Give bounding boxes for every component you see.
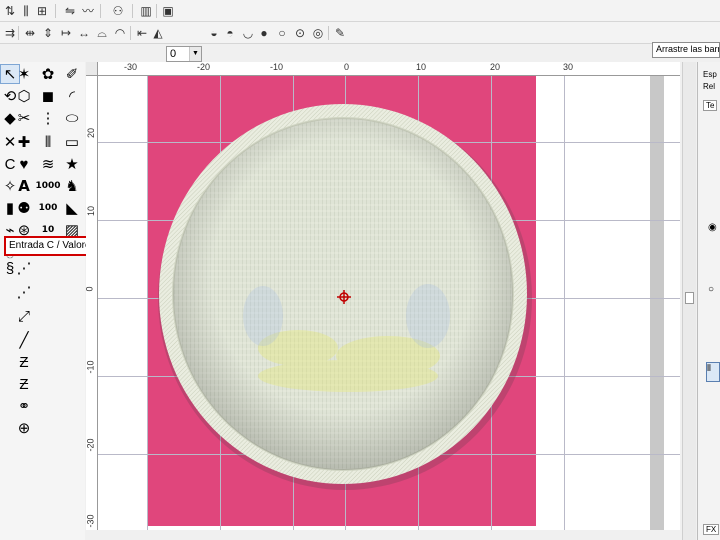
red-stitch-icon[interactable]: ⋮	[38, 108, 58, 128]
ruler-label: -10	[270, 62, 284, 72]
arrow-right-icon[interactable]: ↦	[58, 25, 74, 41]
flower-icon[interactable]: ✿	[38, 64, 58, 84]
number-100-icon[interactable]: 100	[38, 198, 58, 218]
sort-icon[interactable]: ⇅	[2, 3, 18, 19]
scissors-icon[interactable]: ✂	[14, 108, 34, 128]
pencil-icon[interactable]: ✎	[332, 25, 348, 41]
panel-button[interactable]: Te	[703, 100, 718, 111]
mound-icon[interactable]: ◠	[112, 25, 128, 41]
z-stitch-icon[interactable]: Ƶ	[14, 374, 34, 394]
push-left-icon[interactable]: ⇤	[134, 25, 150, 41]
dome-icon[interactable]: ◡	[240, 25, 256, 41]
mirror-icon[interactable]: ⇋	[62, 3, 78, 19]
embroidery-patch[interactable]	[98, 76, 680, 530]
radio-icon[interactable]: ◉	[708, 222, 717, 233]
grid-icon[interactable]: ⊞	[34, 3, 50, 19]
column-icon[interactable]: ▥	[138, 3, 154, 19]
distribute-h-icon[interactable]: ⇹	[22, 25, 38, 41]
zigzag-tool-icon[interactable]: Ƶ	[14, 352, 34, 372]
pen-tool-icon[interactable]: ✐	[62, 64, 82, 84]
text-tool-icon[interactable]: A	[14, 176, 34, 196]
fan-alt-icon[interactable]: ◓	[222, 25, 238, 41]
people-icon[interactable]: ⚉	[14, 198, 34, 218]
polygon-icon[interactable]: ⬡	[14, 86, 34, 106]
arrow-both-icon[interactable]: ↔	[76, 25, 92, 41]
circle-outline-icon[interactable]: ○	[274, 25, 290, 41]
ruler-top: -30 -20 -10 0 10 20 30	[98, 62, 680, 76]
ruler-label: 0	[344, 62, 350, 72]
fan-icon[interactable]: ◒	[206, 25, 222, 41]
person-add-icon[interactable]: ⚇	[110, 3, 126, 19]
crosshair-icon[interactable]: ⊕	[14, 418, 34, 438]
columns-tool-icon[interactable]: ⦀	[38, 132, 58, 152]
design-canvas[interactable]	[98, 76, 680, 530]
vertical-scrollbar[interactable]	[682, 62, 696, 540]
ruler-label: -30	[86, 514, 96, 528]
rings-icon[interactable]: ⚭	[14, 396, 34, 416]
panel-tool-icon[interactable]: ⦀	[706, 362, 720, 382]
ruler-label: 30	[563, 62, 574, 72]
plus-node-icon[interactable]: ✚	[14, 132, 34, 152]
triangle-icon[interactable]: ◭	[150, 25, 166, 41]
columns-icon[interactable]: ⫼	[18, 3, 34, 19]
hump-icon[interactable]: ⌓	[94, 25, 110, 41]
ruler-label: 20	[490, 62, 501, 72]
target-icon[interactable]: ◎	[310, 25, 326, 41]
center-crosshair-icon	[337, 290, 351, 304]
run-icon[interactable]: ◣	[62, 198, 82, 218]
hint-textbox: Arrastre las barras	[652, 42, 720, 58]
ruler-label: 0	[86, 286, 95, 291]
panel-tab-label[interactable]: Rel	[703, 82, 715, 91]
ellipse-icon[interactable]: ⬭	[62, 108, 82, 128]
manual-stitch-icon[interactable]: ⋰	[14, 258, 34, 278]
ruler-label: 10	[416, 62, 427, 72]
ruler-label: -20	[86, 438, 96, 452]
star-icon[interactable]: ★	[62, 154, 82, 174]
node-icon[interactable]: ⊙	[292, 25, 308, 41]
ruler-label: -10	[86, 360, 96, 374]
properties-panel: Esp Rel Te ◉ ○ ⦀ FX	[697, 62, 720, 540]
line-segment-icon[interactable]: ╱	[14, 330, 34, 350]
ruler-label: -30	[124, 62, 138, 72]
distribute-v-icon[interactable]: ⇕	[40, 25, 56, 41]
heart-icon[interactable]: ♥	[14, 154, 34, 174]
stamp-icon[interactable]: ♞	[62, 176, 82, 196]
ruler-corner	[86, 62, 98, 76]
stitch-value: 0	[170, 48, 177, 60]
radio-empty-icon[interactable]: ○	[708, 284, 714, 295]
ruler-label: -20	[197, 62, 211, 72]
panel-tab-label[interactable]: Esp	[703, 70, 717, 79]
align-icon[interactable]: ⇉	[2, 25, 18, 41]
satin-icon[interactable]: ≋	[38, 154, 58, 174]
blue-fill-icon[interactable]: ◼	[38, 86, 58, 106]
secondary-toolbar: ⇉ ⇹ ⇕ ↦ ↔ ⌓ ◠ ⇤ ◭ 0 ▼ ◒ ◓ ◡ ● ○ ⊙ ◎ ✎	[0, 22, 720, 62]
ruler-label: 10	[86, 205, 97, 217]
arc-icon[interactable]: ◜	[62, 86, 82, 106]
rectangle-icon[interactable]: ▭	[62, 132, 82, 152]
zigzag-icon[interactable]: 〰	[80, 3, 96, 19]
panel-button[interactable]: FX	[703, 524, 720, 535]
chevron-down-icon[interactable]: ▼	[189, 47, 201, 61]
stitch-value-select[interactable]: 0 ▼	[166, 46, 202, 62]
ruler-label: 20	[86, 127, 97, 139]
main-toolbar: ⇅ ⫼ ⊞ ⇋ 〰 ⚇ ▥ ▣	[0, 0, 720, 22]
shape-node-icon[interactable]: ✶	[14, 64, 34, 84]
monitor-icon[interactable]: ▣	[160, 3, 176, 19]
ruler-left: 20 10 0 -10 -20 -30	[86, 76, 98, 530]
dotted-line-icon[interactable]: ⋰	[14, 282, 34, 302]
circle-icon[interactable]: ●	[256, 25, 272, 41]
scroll-thumb[interactable]	[685, 292, 694, 304]
number-1000-icon[interactable]: 1000	[35, 176, 60, 196]
tool-palette: ↖ ✶ ✿ ✐ ⟲ ⬡ ◼ ◜ ◆ ✂ ⋮ ⬭ ✕ ✚ ⦀ ▭ Ϲ ♥ ≋ ★ …	[0, 62, 85, 540]
dashed-line-icon[interactable]: ⤢	[14, 306, 34, 326]
